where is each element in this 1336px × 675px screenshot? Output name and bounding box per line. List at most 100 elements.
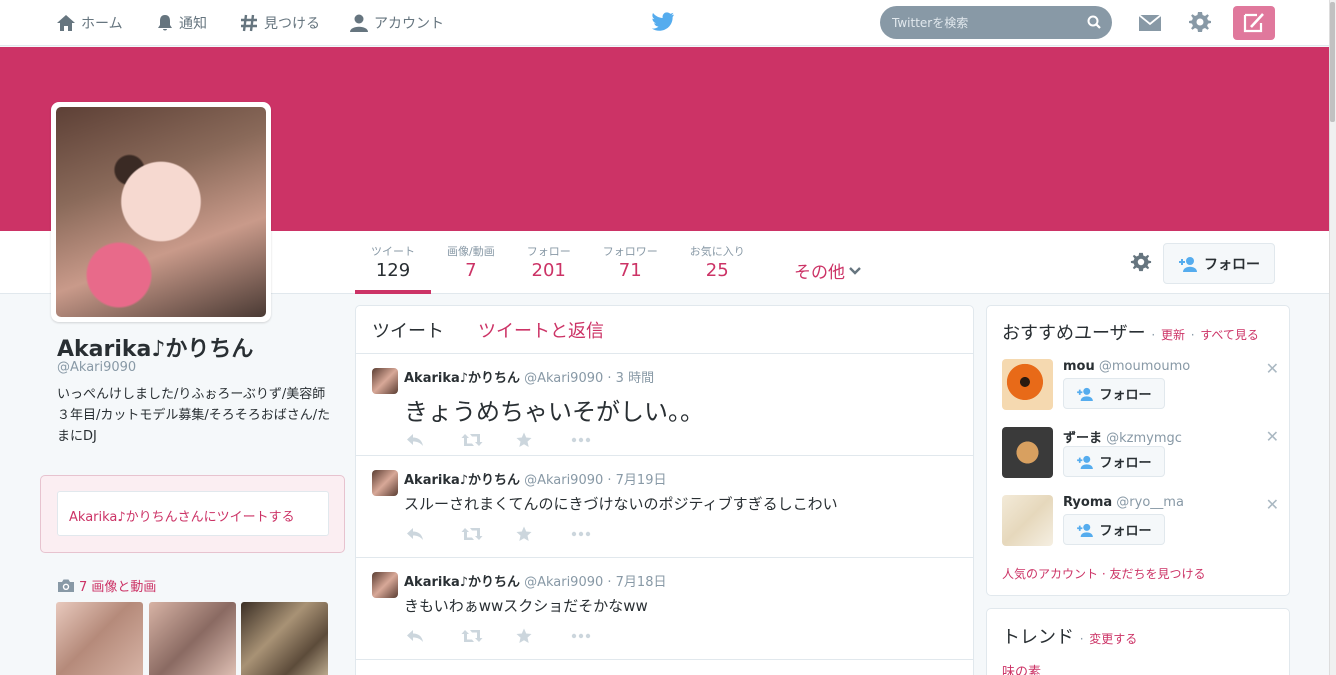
user-handle: @moumoumo bbox=[1098, 359, 1191, 374]
favorite-star-icon[interactable] bbox=[516, 526, 571, 542]
more-options-icon[interactable] bbox=[571, 526, 626, 542]
tweet-author-name[interactable]: Akarika♪かりちん bbox=[404, 473, 520, 488]
stat-tweets[interactable]: ツイート 129 bbox=[355, 231, 431, 294]
stat-label: 画像/動画 bbox=[447, 245, 495, 258]
tweet-to-box: Akarika♪かりちんさんにツイートする bbox=[40, 475, 345, 553]
profile-settings-gear-icon[interactable] bbox=[1130, 251, 1152, 273]
follow-label: フォロー bbox=[1099, 388, 1152, 403]
suggested-user-name[interactable]: ずーま @kzmymgc bbox=[1063, 427, 1182, 446]
trends-module: トレンド · 変更する 味の素 bbox=[986, 608, 1290, 675]
tab-tweets[interactable]: ツイート bbox=[372, 317, 444, 343]
suggested-user-avatar[interactable] bbox=[1002, 359, 1053, 410]
stat-label: ツイート bbox=[371, 245, 415, 258]
media-thumbnail[interactable] bbox=[149, 602, 236, 675]
stat-value: 71 bbox=[618, 260, 642, 281]
stat-value: 129 bbox=[375, 260, 411, 281]
nav-discover-label: 見つける bbox=[264, 16, 320, 32]
popular-accounts-link[interactable]: 人気のアカウント bbox=[1002, 567, 1098, 581]
stat-value: 25 bbox=[705, 260, 729, 281]
user-name: Ryoma bbox=[1063, 495, 1113, 510]
tweet-actions bbox=[406, 432, 626, 448]
scrollbar[interactable] bbox=[1329, 0, 1336, 675]
suggested-user-avatar[interactable] bbox=[1002, 427, 1053, 478]
tweet-actions bbox=[406, 628, 626, 644]
tweet-avatar[interactable] bbox=[372, 572, 398, 598]
bell-icon bbox=[158, 15, 172, 31]
tweet-avatar[interactable] bbox=[372, 368, 398, 394]
tweet-author-name[interactable]: Akarika♪かりちん bbox=[404, 575, 520, 590]
settings-gear-icon[interactable] bbox=[1188, 10, 1212, 34]
tweet-item[interactable]: Akarika♪かりちん @Akari9090 · 7月19日 スルーされまくてん… bbox=[356, 456, 973, 558]
profile-name[interactable]: Akarika♪かりちん bbox=[57, 331, 253, 363]
messages-icon[interactable] bbox=[1138, 13, 1162, 33]
view-all-link[interactable]: すべて見る bbox=[1200, 328, 1259, 342]
suggested-user: Ryoma @ryo__ma ✕ フォロー bbox=[1002, 495, 1282, 555]
nav-notifications[interactable]: 通知 bbox=[156, 0, 207, 46]
scrollbar-thumb[interactable] bbox=[1330, 2, 1335, 122]
more-options-icon[interactable] bbox=[571, 432, 626, 448]
tweet-author-name[interactable]: Akarika♪かりちん bbox=[404, 371, 520, 386]
suggested-user-avatar[interactable] bbox=[1002, 495, 1053, 546]
change-trends-link[interactable]: 変更する bbox=[1089, 632, 1137, 646]
compose-icon bbox=[1243, 13, 1264, 33]
profile-avatar[interactable] bbox=[51, 102, 271, 322]
tweet-meta: @Akari9090 · 3 時間 bbox=[524, 371, 655, 386]
retweet-icon[interactable] bbox=[461, 432, 516, 448]
more-dropdown[interactable]: その他 bbox=[794, 258, 862, 283]
favorite-star-icon[interactable] bbox=[516, 432, 571, 448]
nav-home-label: ホーム bbox=[81, 16, 123, 32]
person-icon bbox=[350, 14, 368, 32]
stat-following[interactable]: フォロー 201 bbox=[511, 231, 587, 294]
refresh-link[interactable]: 更新 bbox=[1161, 328, 1185, 342]
dismiss-close-icon[interactable]: ✕ bbox=[1266, 359, 1279, 378]
media-thumbnail[interactable] bbox=[56, 602, 143, 675]
twitter-bird-icon[interactable] bbox=[651, 12, 675, 32]
media-link[interactable]: 7 画像と動画 bbox=[57, 576, 156, 595]
reply-icon[interactable] bbox=[406, 432, 461, 448]
tweet-text: きもいわぁwwスクショだそかなww bbox=[404, 597, 648, 615]
nav-account[interactable]: アカウント bbox=[349, 0, 444, 46]
trends-title: トレンド bbox=[1002, 627, 1074, 648]
nav-home[interactable]: ホーム bbox=[56, 0, 123, 46]
retweet-icon[interactable] bbox=[461, 628, 516, 644]
suggested-user-name[interactable]: mou @moumoumo bbox=[1063, 359, 1190, 374]
trend-item[interactable]: 味の素 bbox=[1002, 661, 1041, 675]
stat-favorites[interactable]: お気に入り 25 bbox=[674, 231, 761, 294]
follow-label: フォロー bbox=[1099, 456, 1152, 471]
suggested-user-name[interactable]: Ryoma @ryo__ma bbox=[1063, 495, 1184, 510]
separator: · bbox=[1190, 328, 1195, 342]
media-thumbnail[interactable] bbox=[241, 602, 328, 675]
favorite-star-icon[interactable] bbox=[516, 628, 571, 644]
profile-bio: いっぺんけしました/りふぉろーぶりず/美容師３年目/カットモデル募集/そろそろお… bbox=[57, 387, 331, 444]
follow-user-button[interactable]: フォロー bbox=[1063, 378, 1165, 409]
tweet-header: Akarika♪かりちん @Akari9090 · 7月19日 bbox=[404, 469, 666, 488]
dismiss-close-icon[interactable]: ✕ bbox=[1266, 495, 1279, 514]
timeline: ツイート ツイートと返信 Akarika♪かりちん @Akari9090 · 3 … bbox=[355, 305, 974, 675]
tweet-item[interactable]: Akarika♪かりちん @Akari9090 · 3 時間 きょうめちゃいそがし… bbox=[356, 354, 973, 456]
follow-button[interactable]: フォロー bbox=[1163, 243, 1275, 284]
find-friends-link[interactable]: 友だちを見つける bbox=[1110, 567, 1206, 581]
add-user-icon bbox=[1077, 455, 1094, 469]
tweet-to-input[interactable]: Akarika♪かりちんさんにツイートする bbox=[57, 491, 329, 536]
follow-user-button[interactable]: フォロー bbox=[1063, 514, 1165, 545]
dismiss-close-icon[interactable]: ✕ bbox=[1266, 427, 1279, 446]
retweet-icon[interactable] bbox=[461, 526, 516, 542]
nav-account-label: アカウント bbox=[374, 16, 444, 32]
search-input[interactable] bbox=[892, 15, 1072, 30]
reply-icon[interactable] bbox=[406, 628, 461, 644]
more-options-icon[interactable] bbox=[571, 628, 626, 644]
nav-discover[interactable]: 見つける bbox=[239, 0, 320, 46]
tweet-item[interactable]: Akarika♪かりちん @Akari9090 · 7月18日 きもいわぁwwスク… bbox=[356, 558, 973, 660]
search-icon[interactable] bbox=[1087, 15, 1101, 29]
reply-icon[interactable] bbox=[406, 526, 461, 542]
separator: · bbox=[1101, 567, 1106, 581]
stat-media[interactable]: 画像/動画 7 bbox=[431, 231, 511, 294]
follow-user-button[interactable]: フォロー bbox=[1063, 446, 1165, 477]
tweet-text: きょうめちゃいそがしい。。 bbox=[404, 398, 704, 426]
tweet-avatar[interactable] bbox=[372, 470, 398, 496]
avatar-image bbox=[56, 107, 266, 317]
profile-handle[interactable]: @Akari9090 bbox=[57, 360, 136, 375]
stat-followers[interactable]: フォロワー 71 bbox=[587, 231, 674, 294]
compose-tweet-button[interactable] bbox=[1233, 6, 1275, 40]
tab-tweets-replies[interactable]: ツイートと返信 bbox=[478, 317, 604, 343]
